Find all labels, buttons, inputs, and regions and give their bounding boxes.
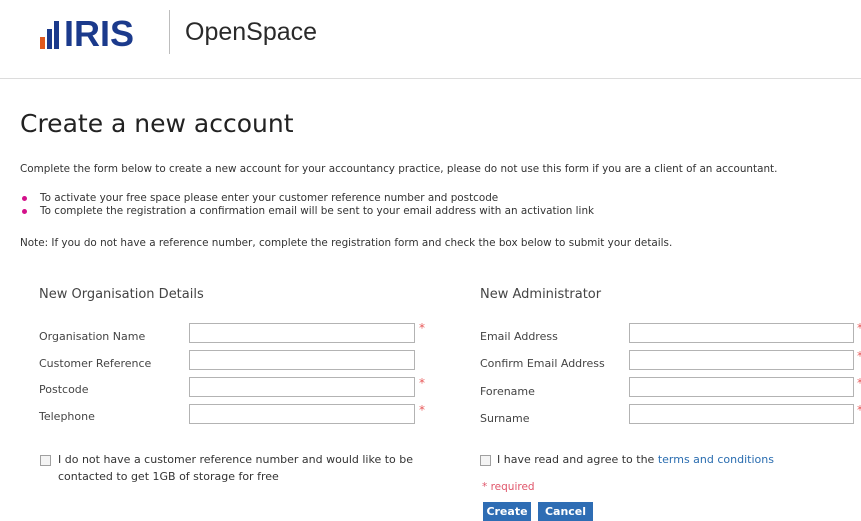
organisation-name-input[interactable] (189, 323, 415, 343)
logo-text: IRIS (64, 13, 135, 54)
list-item: To activate your free space please enter… (20, 192, 594, 205)
required-star: * (857, 376, 861, 390)
forename-label: Forename (480, 385, 535, 398)
bullet-dot-icon (22, 209, 27, 214)
customer-reference-input[interactable] (189, 350, 415, 370)
required-star: * (857, 349, 861, 363)
note-text: Note: If you do not have a reference num… (20, 237, 673, 249)
telephone-input[interactable] (189, 404, 415, 424)
surname-input[interactable] (629, 404, 854, 424)
terms-label: I have read and agree to the terms and c… (497, 453, 774, 466)
organisation-section-title: New Organisation Details (39, 287, 204, 302)
terms-link[interactable]: terms and conditions (658, 453, 774, 466)
list-item: To complete the registration a confirmat… (20, 205, 594, 218)
intro-text: Complete the form below to create a new … (20, 163, 778, 175)
surname-label: Surname (480, 412, 530, 425)
bullet-dot-icon (22, 196, 27, 201)
email-address-label: Email Address (480, 330, 558, 343)
cancel-button[interactable]: Cancel (538, 502, 593, 521)
instruction-list: To activate your free space please enter… (20, 192, 594, 218)
required-star: * (419, 376, 425, 390)
administrator-section-title: New Administrator (480, 287, 602, 302)
product-name: OpenSpace (185, 18, 318, 46)
logo-bars-icon (40, 19, 61, 49)
required-note: * required (482, 481, 535, 493)
required-star: * (857, 403, 861, 417)
iris-logo[interactable]: IRIS (40, 14, 134, 54)
postcode-label: Postcode (39, 383, 89, 396)
telephone-label: Telephone (39, 410, 95, 423)
email-address-input[interactable] (629, 323, 854, 343)
page-title: Create a new account (20, 109, 294, 138)
confirm-email-label: Confirm Email Address (480, 357, 605, 370)
confirm-email-input[interactable] (629, 350, 854, 370)
app-header: IRIS OpenSpace (0, 0, 861, 79)
terms-checkbox[interactable] (480, 455, 491, 466)
postcode-input[interactable] (189, 377, 415, 397)
create-button[interactable]: Create (483, 502, 531, 521)
required-star: * (419, 403, 425, 417)
required-star: * (419, 321, 425, 335)
no-reference-label: I do not have a customer reference numbe… (58, 453, 413, 483)
organisation-name-label: Organisation Name (39, 330, 146, 343)
customer-reference-label: Customer Reference (39, 357, 152, 370)
no-reference-checkbox[interactable] (40, 455, 51, 466)
forename-input[interactable] (629, 377, 854, 397)
header-divider (169, 10, 170, 54)
required-star: * (857, 321, 861, 335)
